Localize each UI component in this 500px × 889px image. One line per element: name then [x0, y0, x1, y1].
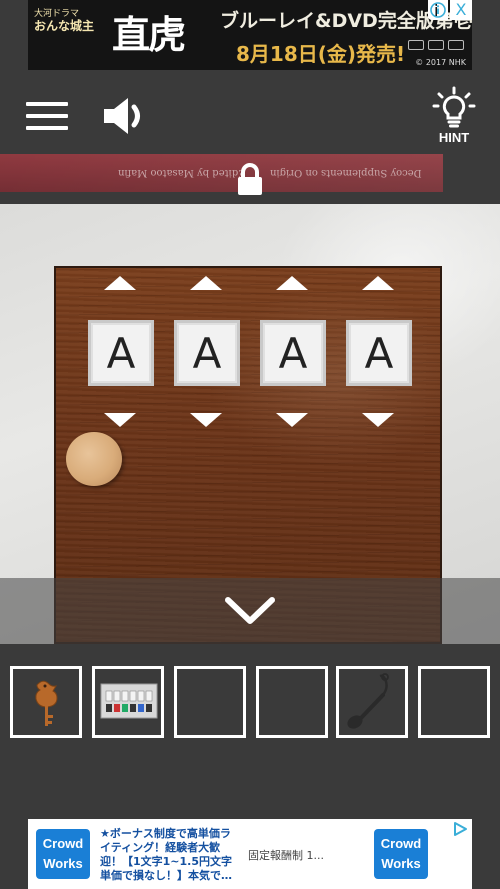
ad-copyright: © 2017 NHK — [415, 58, 466, 67]
inventory-bar — [0, 656, 500, 748]
inventory-slot-1[interactable] — [10, 666, 82, 738]
crowdworks-logo-right: Crowd Works — [374, 829, 428, 879]
letter-tile-3-value: A — [278, 328, 308, 378]
letter-tile-1-value: A — [106, 328, 136, 378]
crowdworks-logo-left: Crowd Works — [36, 829, 90, 879]
bottom-ad-text: ★ボーナス制度で高単価ライティング！経験者大歓迎！【1文字1~1.5円文字単価で… — [100, 827, 233, 882]
ad-small-titles: 大河ドラマ おんな城主 — [34, 8, 94, 32]
menu-icon[interactable] — [26, 100, 68, 132]
strip-text-2: Decoy Supplements on Origin — [270, 167, 422, 178]
hint-button[interactable]: HINT — [430, 86, 478, 148]
tile-2-down-button[interactable] — [190, 413, 222, 427]
inventory-slot-6[interactable] — [418, 666, 490, 738]
bottom-ad-middle: 固定報酬制 1... — [248, 849, 324, 862]
letter-tile-2[interactable]: A — [174, 320, 240, 386]
lightbulb-icon — [432, 86, 476, 128]
letter-tile-2-value: A — [192, 328, 222, 378]
tile-3-down-button[interactable] — [276, 413, 308, 427]
tile-4-down-button[interactable] — [362, 413, 394, 427]
letter-tile-1[interactable]: A — [88, 320, 154, 386]
ad-logo: 直虎 — [112, 12, 186, 57]
chevron-down-icon[interactable] — [224, 596, 276, 626]
tile-4-up-button[interactable] — [362, 276, 394, 290]
letter-tile-4-value: A — [364, 328, 394, 378]
inventory-slot-5[interactable] — [336, 666, 408, 738]
top-advertisement[interactable]: 大河ドラマ おんな城主 直虎 ブルーレイ&DVD完全版第壱集 8月18日(金)発… — [28, 0, 472, 70]
bottom-advertisement[interactable]: Crowd Works ★ボーナス制度で高単価ライティング！経験者大歓迎！【1文… — [28, 819, 472, 889]
hint-label: HINT — [438, 130, 470, 145]
tile-2-up-button[interactable] — [190, 276, 222, 290]
strip-text-1: Edited by Masatoo Mafin — [118, 167, 246, 178]
spoon-icon — [347, 673, 389, 729]
color-panel-icon — [100, 683, 158, 719]
ad-release-date: 8月18日(金)発売! — [236, 42, 406, 66]
lock-icon — [236, 162, 264, 196]
strip-right — [443, 154, 500, 192]
letter-tile-3[interactable]: A — [260, 320, 326, 386]
room-strip: Edited by Masatoo Mafin Decoy Supplement… — [0, 154, 443, 192]
bird-key-icon — [35, 680, 58, 726]
inventory-slot-4[interactable] — [256, 666, 328, 738]
adchoices-icon[interactable] — [452, 821, 468, 837]
inventory-slot-2[interactable] — [92, 666, 164, 738]
tile-1-down-button[interactable] — [104, 413, 136, 427]
tile-1-up-button[interactable] — [104, 276, 136, 290]
inventory-slot-3[interactable] — [174, 666, 246, 738]
info-icon[interactable] — [428, 0, 448, 20]
letter-tile-4[interactable]: A — [346, 320, 412, 386]
tile-3-up-button[interactable] — [276, 276, 308, 290]
ad-badges — [408, 40, 464, 54]
ad-small-title-2: おんな城主 — [34, 19, 95, 33]
knob-icon[interactable] — [66, 432, 122, 486]
speaker-icon[interactable] — [102, 96, 148, 136]
ad-close-button[interactable]: X — [450, 0, 472, 20]
game-screen: 大河ドラマ おんな城主 直虎 ブルーレイ&DVD完全版第壱集 8月18日(金)発… — [0, 0, 500, 889]
